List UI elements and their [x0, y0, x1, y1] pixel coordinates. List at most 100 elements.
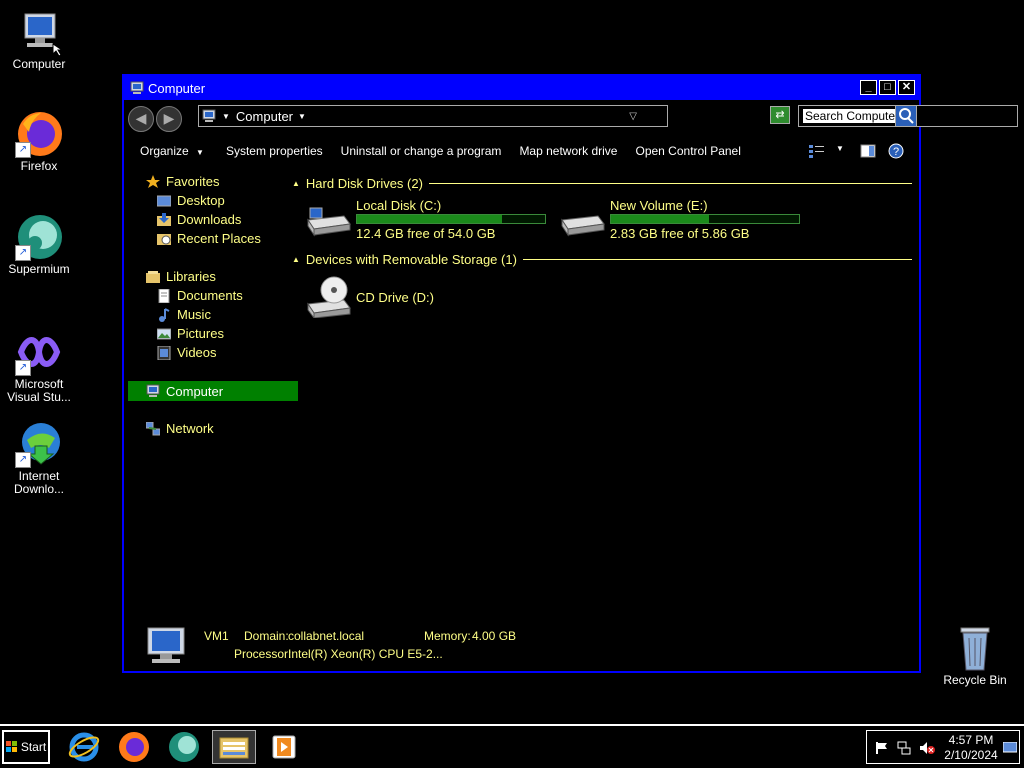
domain-value: collabnet.local [288, 629, 365, 643]
command-bar: Organize ▼ System properties Uninstall o… [124, 138, 919, 164]
computer-icon [146, 384, 160, 398]
view-dropdown-icon[interactable]: ▼ [836, 144, 844, 153]
computer-icon [144, 626, 188, 669]
breadcrumb-arrow-icon[interactable]: ▼ [222, 112, 230, 121]
view-options-icon[interactable] [808, 144, 826, 161]
clock-time: 4:57 PM [948, 733, 994, 747]
processor-value: Intel(R) Xeon(R) CPU E5-2... [288, 647, 443, 661]
navigation-pane: Favorites Desktop Downloads Recent Place… [124, 172, 298, 438]
taskbar-file-explorer[interactable] [212, 730, 256, 764]
computer-name: VM1 [204, 629, 229, 643]
desktop-icon-computer[interactable]: Computer [0, 8, 78, 71]
drive-name: Local Disk (C:) [356, 198, 442, 213]
chevron-down-icon: ▼ [196, 148, 204, 157]
map-network-drive-button[interactable]: Map network drive [517, 142, 619, 160]
address-dropdown-icon[interactable]: ▽ [629, 111, 637, 122]
pictures-icon [156, 327, 172, 341]
volume-muted-icon[interactable] [919, 741, 935, 760]
visual-studio-icon: ↗ [15, 328, 63, 376]
address-row: ◀ ▶ ▼ Computer ▼ ▽ ⇄ Search Computer [128, 104, 1018, 133]
system-properties-button[interactable]: System properties [224, 142, 325, 160]
drive-local-disk-c[interactable]: Local Disk (C:) 12.4 GB free of 54.0 GB [304, 198, 554, 242]
cd-drive-icon [304, 274, 352, 323]
nav-videos[interactable]: Videos [124, 343, 284, 362]
computer-icon [130, 81, 144, 95]
memory-value: 4.00 GB [472, 629, 517, 643]
taskbar-supermium[interactable] [162, 730, 206, 764]
uninstall-program-button[interactable]: Uninstall or change a program [339, 142, 504, 160]
search-button[interactable] [895, 105, 917, 127]
nav-libraries[interactable]: Libraries [124, 267, 284, 286]
recycle-bin-icon [951, 624, 999, 672]
taskbar-firefox[interactable] [112, 730, 156, 764]
media-player-icon [272, 735, 296, 759]
drive-usage-bar [610, 214, 800, 224]
title-bar[interactable]: Computer _ □ ✕ [124, 76, 919, 100]
collapse-arrow-icon: ▲ [292, 178, 300, 188]
nav-music[interactable]: Music [124, 305, 284, 324]
desktop-icon-label: Recycle Bin [943, 673, 1007, 687]
shortcut-arrow-icon: ↗ [15, 452, 31, 468]
nav-computer[interactable]: Computer [128, 381, 298, 401]
desktop-icon-supermium[interactable]: ↗ Supermium [0, 213, 78, 276]
show-desktop-icon[interactable] [1002, 741, 1018, 759]
search-icon [899, 108, 914, 124]
downloads-icon [157, 212, 171, 227]
internet-explorer-icon [68, 732, 100, 762]
breadcrumb-arrow-icon[interactable]: ▼ [298, 112, 306, 121]
nav-pictures[interactable]: Pictures [124, 324, 284, 343]
desktop-icon-label: Firefox [20, 159, 58, 173]
start-button[interactable]: Start [2, 730, 50, 764]
drive-free-space: 2.83 GB free of 5.86 GB [610, 226, 750, 241]
group-header-hard-disks[interactable]: ▲ Hard Disk Drives (2) [292, 175, 912, 191]
minimize-button[interactable]: _ [860, 80, 877, 95]
music-icon [157, 307, 171, 322]
organize-button[interactable]: Organize ▼ [138, 142, 206, 160]
desktop-icon-firefox[interactable]: ↗ Firefox [0, 110, 78, 173]
drive-new-volume-e[interactable]: New Volume (E:) 2.83 GB free of 5.86 GB [558, 198, 808, 242]
taskbar: Start 4:57 PM 2/10/2024 [0, 724, 1024, 768]
clock[interactable]: 4:57 PM 2/10/2024 [941, 733, 1001, 763]
back-button[interactable]: ◀ [128, 105, 154, 132]
nav-documents[interactable]: Documents [124, 286, 284, 305]
documents-icon [157, 288, 171, 303]
maximize-button[interactable]: □ [879, 80, 896, 95]
svg-text:?: ? [893, 146, 899, 158]
taskbar-media-player[interactable] [262, 730, 306, 764]
forward-button[interactable]: ▶ [156, 105, 182, 132]
close-button[interactable]: ✕ [898, 80, 915, 95]
drive-name: CD Drive (D:) [356, 290, 434, 305]
address-bar[interactable]: ▼ Computer ▼ ▽ [198, 105, 668, 127]
desktop-icon-visual-studio[interactable]: ↗ Microsoft Visual Stu... [0, 328, 78, 404]
open-control-panel-button[interactable]: Open Control Panel [633, 142, 742, 160]
help-icon[interactable]: ? [888, 143, 904, 162]
action-center-flag-icon[interactable] [875, 741, 889, 760]
desktop-icon-label: Computer [12, 57, 66, 71]
desktop-icon [156, 194, 172, 208]
computer-icon [15, 8, 64, 57]
nav-favorites[interactable]: Favorites [124, 172, 284, 191]
network-icon [145, 421, 161, 436]
windows-logo-icon [5, 741, 18, 753]
nav-desktop[interactable]: Desktop [124, 191, 284, 210]
explorer-window[interactable]: Computer _ □ ✕ ◀ ▶ ▼ Computer ▼ ▽ ⇄ Sear… [122, 74, 1018, 673]
firefox-icon: ↗ [15, 110, 63, 158]
drive-usage-bar [356, 214, 546, 224]
drive-cd-d[interactable]: CD Drive (D:) [304, 274, 504, 320]
supermium-icon [169, 732, 199, 762]
breadcrumb-computer[interactable]: Computer [236, 109, 293, 124]
group-header-removable[interactable]: ▲ Devices with Removable Storage (1) [292, 251, 912, 267]
file-explorer-icon [219, 737, 249, 759]
preview-pane-icon[interactable] [860, 144, 876, 161]
desktop-icon-recycle-bin[interactable]: Recycle Bin [936, 624, 1014, 687]
refresh-button[interactable]: ⇄ [770, 106, 790, 124]
nav-downloads[interactable]: Downloads [124, 210, 284, 229]
memory-label: Memory: [424, 629, 471, 643]
processor-label: Processor: [234, 647, 292, 661]
collapse-arrow-icon: ▲ [292, 254, 300, 264]
desktop-icon-internet-download-manager[interactable]: ↗ Internet Downlo... [0, 420, 78, 496]
network-icon[interactable] [897, 741, 911, 760]
nav-network[interactable]: Network [124, 419, 284, 438]
nav-recent-places[interactable]: Recent Places [124, 229, 284, 248]
taskbar-internet-explorer[interactable] [62, 730, 106, 764]
